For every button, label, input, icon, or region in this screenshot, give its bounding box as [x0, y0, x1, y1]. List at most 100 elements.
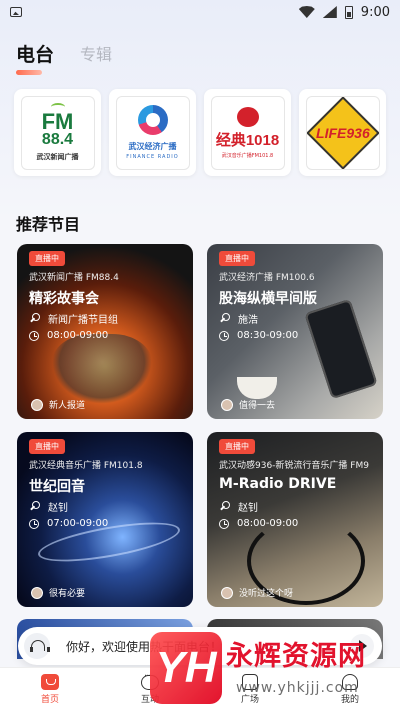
microphone-icon — [219, 313, 230, 324]
nav-mine[interactable]: 我的 — [320, 674, 380, 705]
program-time: 08:30-09:00 — [237, 330, 299, 341]
program-station: 武汉动感936-新锐流行音乐广播 FM9 — [219, 461, 369, 471]
headphone-icon — [24, 633, 50, 659]
nav-home-label: 首页 — [40, 695, 59, 705]
wifi-icon — [298, 6, 315, 18]
fm884-logo: FM 88.4 武汉新闻广播 — [20, 95, 95, 170]
tab-radio-label: 电台 — [16, 44, 55, 66]
avatar — [221, 586, 233, 599]
station-list: FM 88.4 武汉新闻广播 武汉经济广播 FINANCE RADIO 经典10… — [14, 89, 386, 176]
live-badge: 直播中 — [219, 439, 255, 454]
program-station: 武汉新闻广播 FM88.4 — [29, 273, 119, 283]
dynamic936-logo: LIFE936 — [305, 95, 380, 170]
program-time: 08:00-09:00 — [237, 518, 299, 529]
host-row: 赵钊 — [29, 499, 68, 514]
chat-icon — [141, 671, 159, 690]
live-badge: 直播中 — [29, 251, 65, 266]
status-bar: 9:00 — [0, 0, 400, 24]
time-row: 08:00-09:00 — [219, 518, 298, 529]
program-station: 武汉经典音乐广播 FM101.8 — [29, 461, 143, 471]
time-row: 08:30-09:00 — [219, 330, 298, 341]
program-card[interactable]: 直播中 武汉经济广播 FM100.6 股海纵横早间版 施浩 08:30-09:0… — [207, 244, 383, 419]
signal-icon — [322, 6, 337, 18]
nav-square[interactable]: 广场 — [220, 674, 280, 705]
station-card-dynamic936[interactable]: LIFE936 — [299, 89, 386, 176]
time-row: 08:00-09:00 — [29, 330, 108, 341]
avatar — [31, 398, 43, 411]
clock-icon — [219, 518, 229, 529]
host-row: 新闻广播节目组 — [29, 311, 118, 326]
station-card-finance[interactable]: 武汉经济广播 FINANCE RADIO — [109, 89, 196, 176]
fm884-logo-caption: 武汉新闻广播 — [36, 153, 79, 161]
program-footer-text: 新人报道 — [49, 401, 86, 411]
section-title: 推荐节目 — [16, 215, 81, 234]
program-card[interactable]: 直播中 武汉动感936-新锐流行音乐广播 FM9 M-Radio DRIVE 赵… — [207, 432, 383, 607]
live-badge: 直播中 — [29, 439, 65, 454]
user-icon — [342, 674, 358, 690]
nav-mine-label: 我的 — [340, 695, 359, 705]
avatar — [221, 398, 233, 411]
program-footer: 没听过这个呀 — [221, 586, 293, 599]
status-time: 9:00 — [360, 4, 390, 20]
host-row: 赵钊 — [219, 499, 258, 514]
program-footer: 新人报道 — [31, 398, 85, 411]
nav-square-label: 广场 — [240, 695, 259, 705]
program-footer-text: 值得一去 — [239, 401, 276, 411]
microphone-icon — [219, 501, 230, 512]
program-host: 赵钊 — [238, 503, 258, 514]
player-text: 你好，欢迎使用热干面电台！ — [66, 639, 223, 654]
program-station: 武汉经济广播 FM100.6 — [219, 273, 315, 283]
nav-home[interactable]: 首页 — [20, 674, 80, 705]
play-button[interactable] — [350, 634, 374, 658]
square-icon — [242, 674, 258, 690]
finance-logo-caption-en: FINANCE RADIO — [126, 154, 179, 160]
bottom-nav: 首页 互动 广场 我的 — [0, 667, 400, 711]
program-card[interactable]: 直播中 武汉新闻广播 FM88.4 精彩故事会 新闻广播节目组 08:00-09… — [17, 244, 193, 419]
program-title: 精彩故事会 — [29, 291, 99, 307]
mini-player[interactable]: 你好，欢迎使用热干面电台！ — [18, 627, 382, 665]
program-time: 08:00-09:00 — [47, 330, 109, 341]
clock-icon — [29, 330, 39, 341]
finance-mark-icon — [137, 105, 168, 135]
clock-icon — [29, 518, 39, 529]
live-badge: 直播中 — [219, 251, 255, 266]
program-grid: 直播中 武汉新闻广播 FM88.4 精彩故事会 新闻广播节目组 08:00-09… — [17, 244, 383, 607]
program-footer-text: 没听过这个呀 — [239, 589, 294, 599]
time-row: 07:00-09:00 — [29, 518, 108, 529]
dynamic936-logo-text: LIFE936 — [315, 124, 370, 141]
tab-album[interactable]: 专辑 — [80, 41, 112, 67]
program-footer: 值得一去 — [221, 398, 275, 411]
finance-logo-caption: 武汉经济广播 — [128, 142, 177, 151]
nav-interact-label: 互动 — [140, 694, 159, 705]
host-row: 施浩 — [219, 311, 258, 326]
top-tabs: 电台 专辑 — [16, 40, 112, 75]
home-icon — [41, 674, 59, 690]
program-host: 新闻广播节目组 — [48, 315, 118, 326]
battery-icon — [344, 5, 353, 19]
clock-icon — [219, 330, 229, 341]
program-title: 世纪回音 — [29, 479, 85, 495]
program-host: 施浩 — [238, 315, 258, 326]
program-title: M-Radio DRIVE — [219, 476, 337, 492]
diamond-mark: LIFE936 — [306, 96, 379, 169]
microphone-icon — [29, 313, 40, 324]
jingdian-logo-text: 经典1018 — [215, 131, 280, 149]
avatar — [31, 586, 43, 599]
program-footer: 很有必要 — [31, 586, 85, 599]
jingdian-logo-caption: 武汉音乐广播FM101.8 — [221, 152, 274, 159]
nav-interact[interactable]: 互动 — [120, 671, 180, 705]
station-card-jingdian[interactable]: 经典1018 武汉音乐广播FM101.8 — [204, 89, 291, 176]
tab-radio[interactable]: 电台 — [16, 40, 55, 75]
finance-radio-logo: 武汉经济广播 FINANCE RADIO — [115, 95, 190, 170]
image-notification-icon — [10, 7, 22, 17]
gramophone-icon — [236, 106, 259, 127]
jingdian1018-logo: 经典1018 武汉音乐广播FM101.8 — [210, 95, 285, 170]
microphone-icon — [29, 501, 40, 512]
program-host: 赵钊 — [48, 503, 68, 514]
tab-active-indicator — [16, 70, 42, 75]
fm884-logo-number: 88.4 — [41, 131, 74, 148]
station-card-fm884[interactable]: FM 88.4 武汉新闻广播 — [14, 89, 101, 176]
program-time: 07:00-09:00 — [47, 518, 109, 529]
fm884-logo-text: FM — [41, 109, 74, 134]
program-card[interactable]: 直播中 武汉经典音乐广播 FM101.8 世纪回音 赵钊 07:00-09:00… — [17, 432, 193, 607]
